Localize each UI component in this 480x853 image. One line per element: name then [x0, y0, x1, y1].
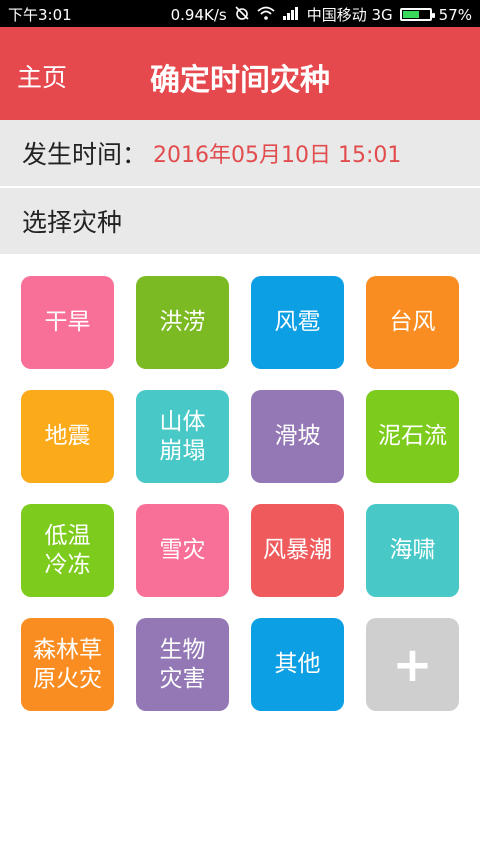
disaster-tile[interactable]: 其他: [251, 618, 344, 711]
battery-fill: [402, 11, 419, 18]
disaster-tile[interactable]: 地震: [21, 390, 114, 483]
disaster-tile[interactable]: 山体 崩塌: [136, 390, 229, 483]
disaster-tile[interactable]: 洪涝: [136, 276, 229, 369]
disaster-tile[interactable]: 雪灾: [136, 504, 229, 597]
network-speed: 0.94K/s: [170, 5, 227, 24]
disaster-grid: 干旱 洪涝 风雹 台风地震 山体 崩塌 滑坡 泥石流低温 冷冻 雪灾 风暴潮 海啸森林草 原火灾 生…: [21, 276, 459, 711]
page-title: 确定时间灾种: [150, 63, 330, 98]
add-disaster-button[interactable]: +: [366, 618, 459, 711]
disaster-tile-label: 洪涝: [159, 309, 206, 335]
wifi-icon: [257, 6, 275, 24]
carrier-label: 中国移动 3G: [306, 6, 393, 24]
alarm-off-icon: [234, 5, 250, 25]
disaster-tile-label: 低温 冷冻: [44, 522, 91, 578]
section-header: 选择灾种: [0, 188, 480, 254]
disaster-tile-label: 其他: [274, 651, 321, 677]
disaster-tile-label: 山体 崩塌: [159, 408, 206, 464]
disaster-tile-label: 风雹: [274, 309, 321, 335]
disaster-tile-label: 滑坡: [274, 423, 321, 449]
select-disaster-label: 选择灾种: [22, 208, 123, 237]
disaster-tile[interactable]: 低温 冷冻: [21, 504, 114, 597]
disaster-tile-label: 海啸: [389, 537, 436, 563]
disaster-tile[interactable]: 海啸: [366, 504, 459, 597]
battery-percent: 57%: [438, 5, 472, 24]
disaster-tile[interactable]: 泥石流: [366, 390, 459, 483]
occurrence-time-row[interactable]: 发生时间： 2016年05月10日 15:01: [0, 120, 480, 186]
signal-icon: [282, 6, 300, 24]
disaster-tile[interactable]: 干旱: [21, 276, 114, 369]
occurrence-time-value[interactable]: 2016年05月10日 15:01: [153, 137, 401, 169]
disaster-tile-label: 台风: [389, 309, 436, 335]
status-right: 0.94K/s 中国移动 3G 57%: [171, 4, 472, 25]
battery-icon: [399, 8, 435, 21]
disaster-tile[interactable]: 风雹: [251, 276, 344, 369]
occurrence-time-label: 发生时间：: [22, 140, 148, 169]
plus-icon: +: [392, 636, 433, 693]
disaster-tile-label: 泥石流: [378, 423, 447, 449]
disaster-tile[interactable]: 森林草 原火灾: [21, 618, 114, 711]
disaster-tile-label: 干旱: [44, 309, 91, 335]
disaster-tile-label: 生物 灾害: [159, 636, 206, 692]
disaster-tile[interactable]: 台风: [366, 276, 459, 369]
app-header: 主页 确定时间灾种: [0, 27, 480, 120]
status-bar: 下午3:01 0.94K/s 中国移动 3G 57%: [0, 0, 480, 27]
disaster-tile[interactable]: 滑坡: [251, 390, 344, 483]
disaster-tile-label: 地震: [44, 423, 91, 449]
disaster-tile-label: 风暴潮: [263, 537, 332, 563]
disaster-tile[interactable]: 生物 灾害: [136, 618, 229, 711]
disaster-tile-label: 雪灾: [159, 537, 206, 563]
status-time: 下午3:01: [8, 6, 72, 24]
disaster-tile[interactable]: 风暴潮: [251, 504, 344, 597]
disaster-tile-label: 森林草 原火灾: [33, 636, 102, 692]
